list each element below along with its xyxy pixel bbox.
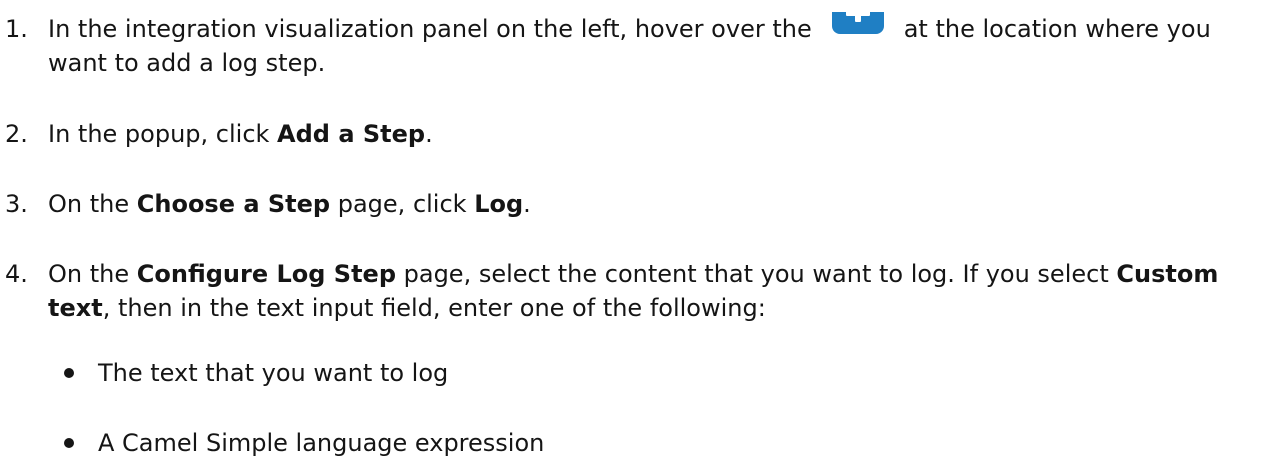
step-number: 2. [5,120,28,148]
step-text-part: In the popup, click [48,120,278,148]
list-item-text: A Camel Simple language expression [98,429,545,457]
step-text-part: page, select the content that you want t… [396,260,1117,288]
step-text-part: . [425,120,433,148]
step-text-part: . [523,190,531,218]
step-number: 1. [5,15,28,43]
step-text: In the popup, click Add a Step. [48,117,1258,151]
step-text-part: In the integration visualization panel o… [48,15,812,43]
step-number: 3. [5,190,28,218]
step-text: text, then in the text input field, ente… [48,291,1258,325]
step-text-part: On the [48,260,137,288]
step-number: 4. [5,260,28,288]
ui-label-choose-a-step: Choose a Step [136,190,331,218]
step-text-part: page, click [330,190,475,218]
bullet-dot [64,368,74,378]
step-text: In the integration visualization panel o… [48,12,1258,46]
step-text: On the Choose a Step page, click Log. [48,187,1258,221]
step-text-part: at the location where you [903,15,1211,43]
ui-label-add-a-step: Add a Step [277,120,426,148]
list-item-text: The text that you want to log [98,359,449,387]
step-text-part: , then in the text input field, enter on… [102,294,766,322]
step-text-part: On the [48,190,137,218]
ui-label-custom-text-cont: text [48,294,103,322]
ui-label-custom-text: Custom [1116,260,1219,288]
plus-icon [822,12,894,34]
document-page: { "steps": [ { "number": "1.", "line1_be… [0,0,1272,457]
step-text: On the Configure Log Step page, select t… [48,257,1258,291]
ui-label-configure-log-step: Configure Log Step [136,260,396,288]
ui-label-log: Log [474,190,524,218]
step-text-part: want to add a log step. [48,49,326,77]
bullet-dot [64,438,74,448]
